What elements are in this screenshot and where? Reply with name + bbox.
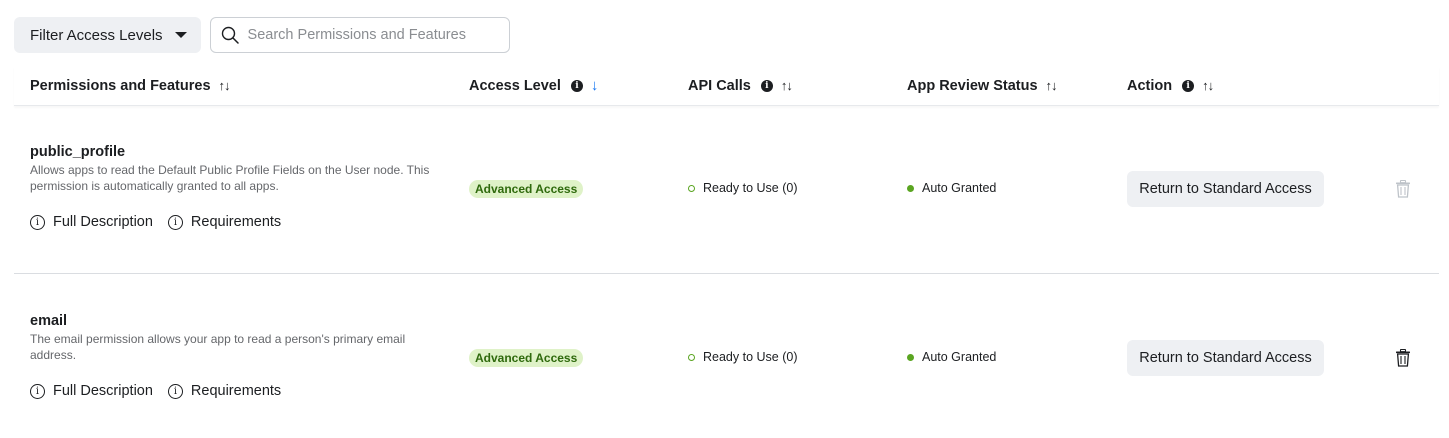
info-circle-icon: i bbox=[167, 214, 183, 230]
search-input[interactable] bbox=[247, 27, 488, 43]
table-row: public_profile Allows apps to read the D… bbox=[14, 106, 1439, 274]
info-circle-icon: i bbox=[167, 383, 183, 399]
sort-descending-icon[interactable]: ↓ bbox=[591, 77, 599, 94]
permission-links: i Full Description i Requirements bbox=[30, 214, 281, 230]
column-header-permissions[interactable]: Permissions and Features ↑↓ bbox=[30, 66, 231, 105]
full-description-link[interactable]: i Full Description bbox=[30, 214, 153, 230]
sort-icon[interactable]: ↑↓ bbox=[219, 78, 231, 93]
full-description-link[interactable]: i Full Description bbox=[30, 383, 153, 399]
status-dot-icon bbox=[907, 353, 914, 361]
permission-links: i Full Description i Requirements bbox=[30, 383, 281, 399]
requirements-link[interactable]: i Requirements bbox=[167, 214, 282, 230]
api-calls-status: Ready to Use (0) bbox=[688, 350, 797, 364]
info-icon[interactable]: i bbox=[760, 79, 773, 92]
sort-icon[interactable]: ↑↓ bbox=[1046, 78, 1058, 93]
filter-access-levels-dropdown[interactable]: Filter Access Levels bbox=[14, 17, 201, 53]
column-label: Access Level bbox=[469, 77, 561, 94]
filter-label: Filter Access Levels bbox=[30, 26, 163, 44]
api-calls-status: Ready to Use (0) bbox=[688, 181, 797, 195]
toolbar: Filter Access Levels bbox=[14, 17, 510, 53]
info-circle-icon: i bbox=[30, 214, 45, 230]
table-header: Permissions and Features ↑↓ Access Level… bbox=[14, 66, 1439, 106]
return-to-standard-access-button[interactable]: Return to Standard Access bbox=[1127, 340, 1324, 376]
permission-name: public_profile bbox=[30, 144, 126, 160]
access-level-badge: Advanced Access bbox=[469, 349, 584, 367]
review-status: Auto Granted bbox=[907, 350, 996, 364]
review-status: Auto Granted bbox=[907, 181, 996, 195]
column-header-review-status[interactable]: App Review Status ↑↓ bbox=[907, 66, 1058, 105]
trash-icon[interactable] bbox=[1395, 180, 1411, 198]
requirements-link[interactable]: i Requirements bbox=[167, 383, 282, 399]
link-label: Requirements bbox=[190, 383, 282, 399]
sort-icon[interactable]: ↑↓ bbox=[781, 78, 793, 93]
column-header-action[interactable]: Action i ↑↓ bbox=[1127, 66, 1214, 105]
trash-icon[interactable] bbox=[1395, 349, 1411, 367]
status-text: Ready to Use (0) bbox=[703, 350, 798, 364]
permission-name: email bbox=[30, 313, 68, 329]
table-row: email The email permission allows your a… bbox=[14, 275, 1439, 438]
caret-down-icon bbox=[174, 32, 187, 38]
column-label: App Review Status bbox=[907, 77, 1038, 94]
link-label: Full Description bbox=[53, 383, 153, 399]
access-level-badge: Advanced Access bbox=[469, 180, 584, 198]
status-text: Ready to Use (0) bbox=[703, 181, 798, 195]
return-to-standard-access-button[interactable]: Return to Standard Access bbox=[1127, 171, 1324, 207]
status-dot-icon bbox=[907, 184, 914, 192]
column-label: API Calls bbox=[688, 77, 751, 94]
info-circle-icon: i bbox=[30, 383, 45, 399]
search-box[interactable] bbox=[209, 17, 510, 53]
permission-description: The email permission allows your app to … bbox=[30, 332, 406, 362]
status-text: Auto Granted bbox=[922, 350, 997, 364]
info-icon[interactable]: i bbox=[570, 79, 583, 92]
info-icon[interactable]: i bbox=[1182, 79, 1195, 92]
column-header-access-level[interactable]: Access Level i ↓ bbox=[469, 66, 598, 105]
status-text: Auto Granted bbox=[922, 181, 997, 195]
status-dot-icon bbox=[688, 184, 695, 192]
sort-icon[interactable]: ↑↓ bbox=[1202, 78, 1214, 93]
column-label: Permissions and Features bbox=[30, 77, 211, 94]
link-label: Requirements bbox=[190, 214, 282, 230]
status-dot-icon bbox=[688, 353, 695, 361]
column-header-api-calls[interactable]: API Calls i ↑↓ bbox=[688, 66, 793, 105]
permission-description: Allows apps to read the Default Public P… bbox=[30, 163, 430, 193]
link-label: Full Description bbox=[53, 214, 153, 230]
column-label: Action bbox=[1127, 77, 1173, 94]
search-icon bbox=[221, 26, 239, 44]
